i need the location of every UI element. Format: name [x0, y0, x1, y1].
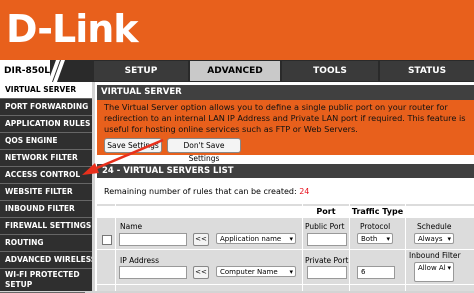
- sidebar-item-firewall-settings[interactable]: FIREWALL SETTINGS: [0, 218, 92, 235]
- sidebar-item-virtual-server[interactable]: VIRTUAL SERVER: [0, 82, 92, 99]
- tab-setup[interactable]: SETUP: [94, 61, 188, 81]
- column-divider: [302, 204, 303, 291]
- save-settings-button[interactable]: Save Settings: [104, 138, 162, 153]
- schedule-label: Schedule: [417, 222, 452, 231]
- virtual-server-description: The Virtual Server option allows you to …: [104, 102, 466, 134]
- row-divider: [97, 284, 474, 285]
- computer-name-select[interactable]: Computer Name: [216, 266, 296, 277]
- tab-advanced[interactable]: ADVANCED: [190, 61, 280, 81]
- sidebar-item-application-rules[interactable]: APPLICATION RULES: [0, 116, 92, 133]
- model-label: DIR-850L: [0, 60, 50, 82]
- sidebar-item-wifi-protected-setup[interactable]: WI-FI PROTECTED SETUP: [0, 269, 85, 293]
- remaining-rules-count: 24: [299, 187, 310, 196]
- header-port: Port: [316, 207, 336, 216]
- sidebar-item-network-filter[interactable]: NETWORK FILTER: [0, 150, 92, 167]
- column-divider: [115, 204, 116, 291]
- sidebar: VIRTUAL SERVER PORT FORWARDING APPLICATI…: [0, 82, 92, 293]
- sidebar-item-inbound-filter[interactable]: INBOUND FILTER: [0, 201, 92, 218]
- rule-enable-checkbox[interactable]: [102, 235, 112, 245]
- name-input[interactable]: [119, 233, 187, 246]
- virtual-server-title: VIRTUAL SERVER: [97, 85, 474, 100]
- sidebar-item-website-filter[interactable]: WEBSITE FILTER: [0, 184, 92, 201]
- protocol-number-input[interactable]: 6: [357, 266, 395, 279]
- protocol-label: Protocol: [360, 222, 391, 231]
- name-label: Name: [120, 222, 143, 231]
- tab-tools[interactable]: TOOLS: [282, 61, 378, 81]
- copy-computer-button[interactable]: <<: [193, 266, 209, 279]
- public-port-label: Public Port: [305, 222, 345, 231]
- remaining-rules-text: Remaining number of rules that can be cr…: [104, 187, 309, 196]
- application-name-select[interactable]: Application name: [216, 233, 296, 244]
- tab-status[interactable]: STATUS: [380, 61, 474, 81]
- sidebar-item-advanced-wireless[interactable]: ADVANCED WIRELESS: [0, 252, 92, 269]
- column-divider: [405, 204, 406, 291]
- header-traffic-type: Traffic Type: [351, 207, 404, 216]
- private-port-input[interactable]: [307, 266, 347, 279]
- dont-save-settings-button[interactable]: Don't Save Settings: [167, 138, 241, 163]
- copy-application-button[interactable]: <<: [193, 233, 209, 246]
- sidebar-item-routing[interactable]: ROUTING: [0, 235, 92, 252]
- schedule-select[interactable]: Always: [414, 233, 454, 244]
- private-port-label: Private Port: [305, 256, 349, 265]
- virtual-servers-list-title: 24 - VIRTUAL SERVERS LIST: [97, 164, 474, 178]
- table-header-row: [97, 206, 474, 218]
- dlink-logo: D-Link: [6, 7, 139, 51]
- sidebar-item-qos-engine[interactable]: QOS ENGINE: [0, 133, 92, 150]
- column-divider: [349, 204, 350, 291]
- inbound-filter-label: Inbound Filter: [409, 251, 461, 260]
- ip-address-input[interactable]: [119, 266, 187, 279]
- row-divider: [97, 249, 474, 250]
- sidebar-item-port-forwarding[interactable]: PORT FORWARDING: [0, 99, 92, 116]
- ip-address-label: IP Address: [120, 256, 159, 265]
- public-port-input[interactable]: [307, 233, 347, 246]
- protocol-select[interactable]: Both: [357, 233, 393, 244]
- remaining-rules-label: Remaining number of rules that can be cr…: [104, 187, 297, 196]
- inbound-filter-select[interactable]: Allow Al: [414, 262, 454, 282]
- sidebar-item-access-control[interactable]: ACCESS CONTROL: [0, 167, 92, 184]
